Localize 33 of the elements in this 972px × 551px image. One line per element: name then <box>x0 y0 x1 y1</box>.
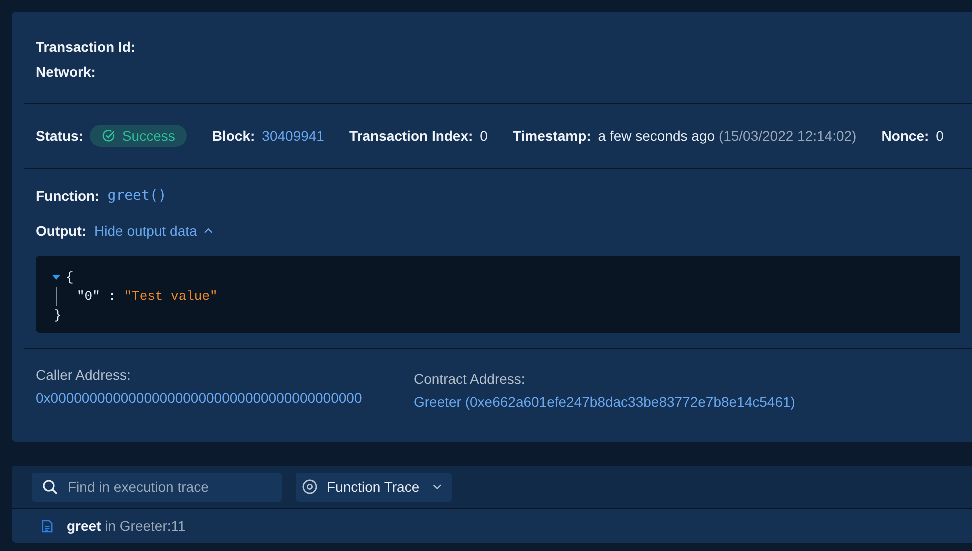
code-brace: { <box>66 270 74 285</box>
collapse-triangle-icon[interactable] <box>52 275 61 280</box>
json-separator: : <box>108 289 116 304</box>
field-label: Status: <box>36 128 84 144</box>
address-link[interactable]: Greeter (0xe662a601efe247b8dac33be83772e7b8e14c5461) <box>414 394 796 410</box>
code-brace: } <box>54 308 62 323</box>
search-field[interactable]: Find in execution trace <box>32 472 282 502</box>
toggle-output-link[interactable]: Hide output data <box>94 223 214 239</box>
block-link[interactable]: 30409941 <box>262 128 324 144</box>
field-label: Network: <box>36 64 97 80</box>
check-circle-icon <box>102 129 116 143</box>
field-label: Function: <box>36 188 100 204</box>
field-label: Nonce: <box>882 128 930 144</box>
target-icon <box>302 479 318 495</box>
json-value: "Test value" <box>124 289 218 304</box>
status-text: Success <box>122 128 176 144</box>
field-label: Timestamp: <box>512 128 592 144</box>
address-label: Contract Address: <box>414 371 526 387</box>
trace-entry[interactable]: greet in Greeter:11 <box>67 518 186 534</box>
function-name: greet() <box>108 188 167 204</box>
field-label: Block: <box>212 128 256 144</box>
json-key: "0" <box>77 289 100 304</box>
timestamp-value: a few seconds ago (15/03/2022 12:14:02) <box>598 128 857 144</box>
file-icon <box>42 520 53 532</box>
field-value: 0 <box>480 128 488 144</box>
field-value: 0 <box>936 128 944 144</box>
chevron-down-icon <box>432 484 442 490</box>
field-label: Transaction Id: <box>36 39 137 55</box>
field-label: Transaction Index: <box>349 128 474 144</box>
trace-view-dropdown[interactable]: Function Trace <box>296 472 452 502</box>
address-link[interactable]: 0x0000000000000000000000000000000000000000 <box>36 390 414 406</box>
address-label: Caller Address: <box>36 367 132 383</box>
field-label: Output: <box>36 223 87 239</box>
